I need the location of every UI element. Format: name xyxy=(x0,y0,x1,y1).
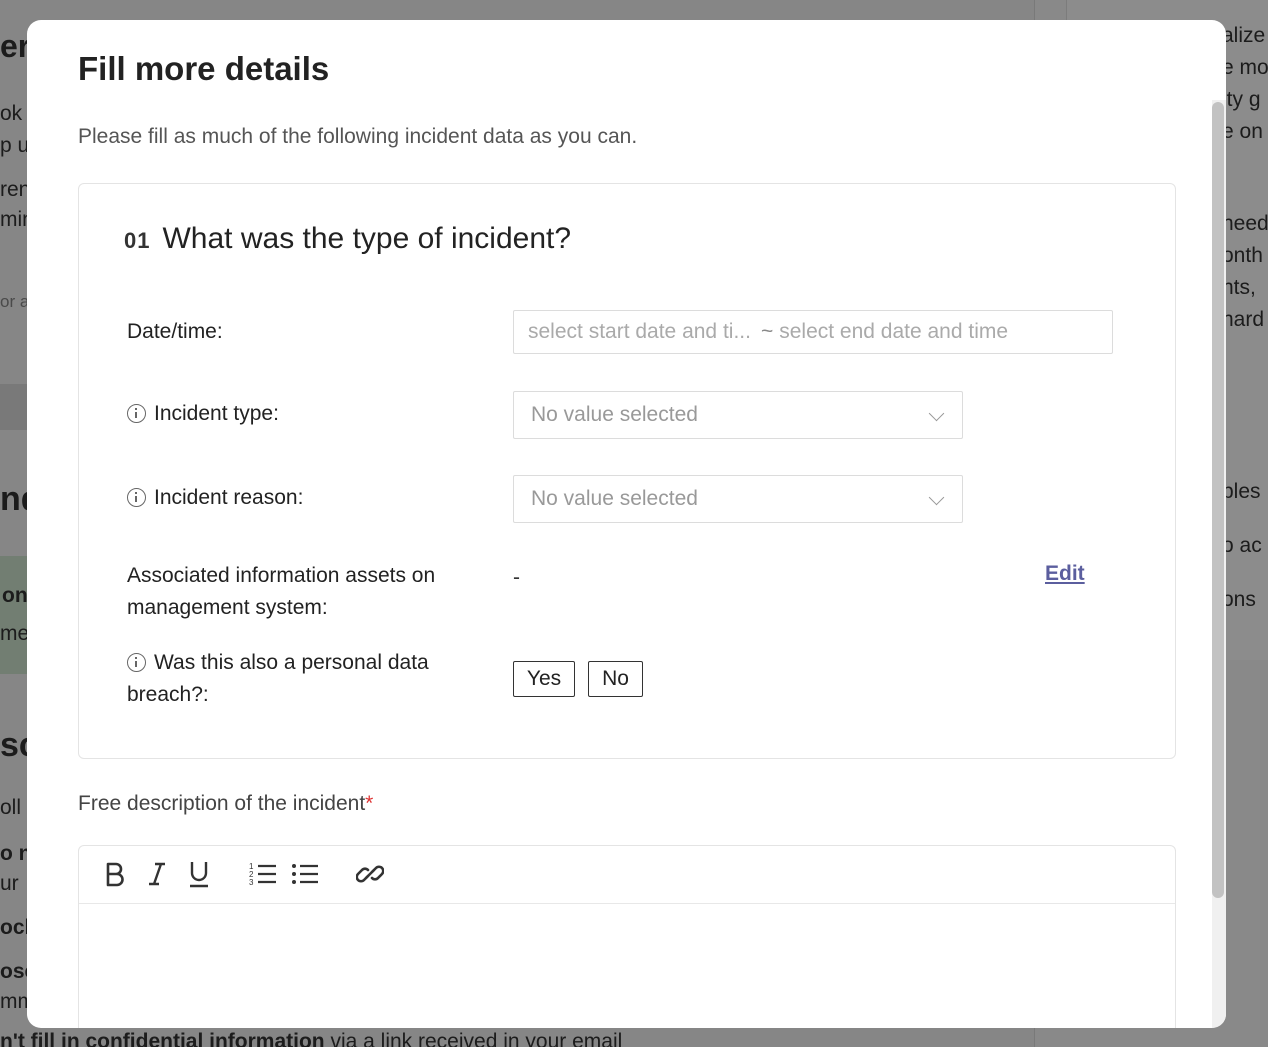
incident-type-select[interactable]: No value selected xyxy=(513,391,963,439)
ordered-list-icon[interactable]: 123 xyxy=(247,858,279,890)
info-icon[interactable] xyxy=(127,653,146,672)
section-title: What was the type of incident? xyxy=(162,222,572,255)
chevron-down-icon xyxy=(928,489,945,506)
personal-breach-label: Was this also a personal data breach?: xyxy=(127,651,429,706)
fill-details-modal: Fill more details Please fill as much of… xyxy=(27,20,1226,1028)
editor-toolbar: 123 xyxy=(79,846,1175,904)
scrollbar-thumb[interactable] xyxy=(1212,102,1224,898)
no-button[interactable]: No xyxy=(588,661,643,697)
incident-reason-value: No value selected xyxy=(531,487,698,510)
yes-button[interactable]: Yes xyxy=(513,661,575,697)
description-editor[interactable]: 123 xyxy=(78,845,1176,1028)
section-heading: 01 What was the type of incident? xyxy=(124,222,571,256)
modal-title: Fill more details xyxy=(78,50,330,87)
modal-scroll-area: Fill more details Please fill as much of… xyxy=(27,20,1226,1028)
end-date-input[interactable]: select end date and time xyxy=(779,320,1008,344)
incident-type-label: Incident type: xyxy=(127,398,279,430)
datetime-label: Date/time: xyxy=(127,320,223,343)
link-icon[interactable] xyxy=(354,858,386,890)
modal-subtitle: Please fill as much of the following inc… xyxy=(78,125,638,148)
bold-icon[interactable] xyxy=(99,858,131,890)
range-separator: ~ xyxy=(760,320,774,343)
incident-type-value: No value selected xyxy=(531,403,698,426)
svg-text:3: 3 xyxy=(249,878,254,887)
description-label: Free description of the incident* xyxy=(78,792,374,815)
italic-icon[interactable] xyxy=(141,858,173,890)
incident-type-section: 01 What was the type of incident? Date/t… xyxy=(78,183,1176,759)
datetime-range-picker[interactable]: select start date and ti... ~ select end… xyxy=(513,310,1113,354)
underline-icon[interactable] xyxy=(183,858,215,890)
bullet-list-icon[interactable] xyxy=(289,858,321,890)
chevron-down-icon xyxy=(928,405,945,422)
start-date-input[interactable]: select start date and ti... xyxy=(528,320,751,344)
edit-assets-link[interactable]: Edit xyxy=(1045,562,1085,586)
section-number: 01 xyxy=(124,228,151,253)
info-icon[interactable] xyxy=(127,404,146,423)
assets-label: Associated information assets on managem… xyxy=(127,564,436,619)
info-icon[interactable] xyxy=(127,488,146,507)
incident-reason-label: Incident reason: xyxy=(127,482,303,514)
incident-reason-select[interactable]: No value selected xyxy=(513,475,963,523)
assets-value: - xyxy=(513,566,520,589)
required-mark: * xyxy=(365,792,374,815)
